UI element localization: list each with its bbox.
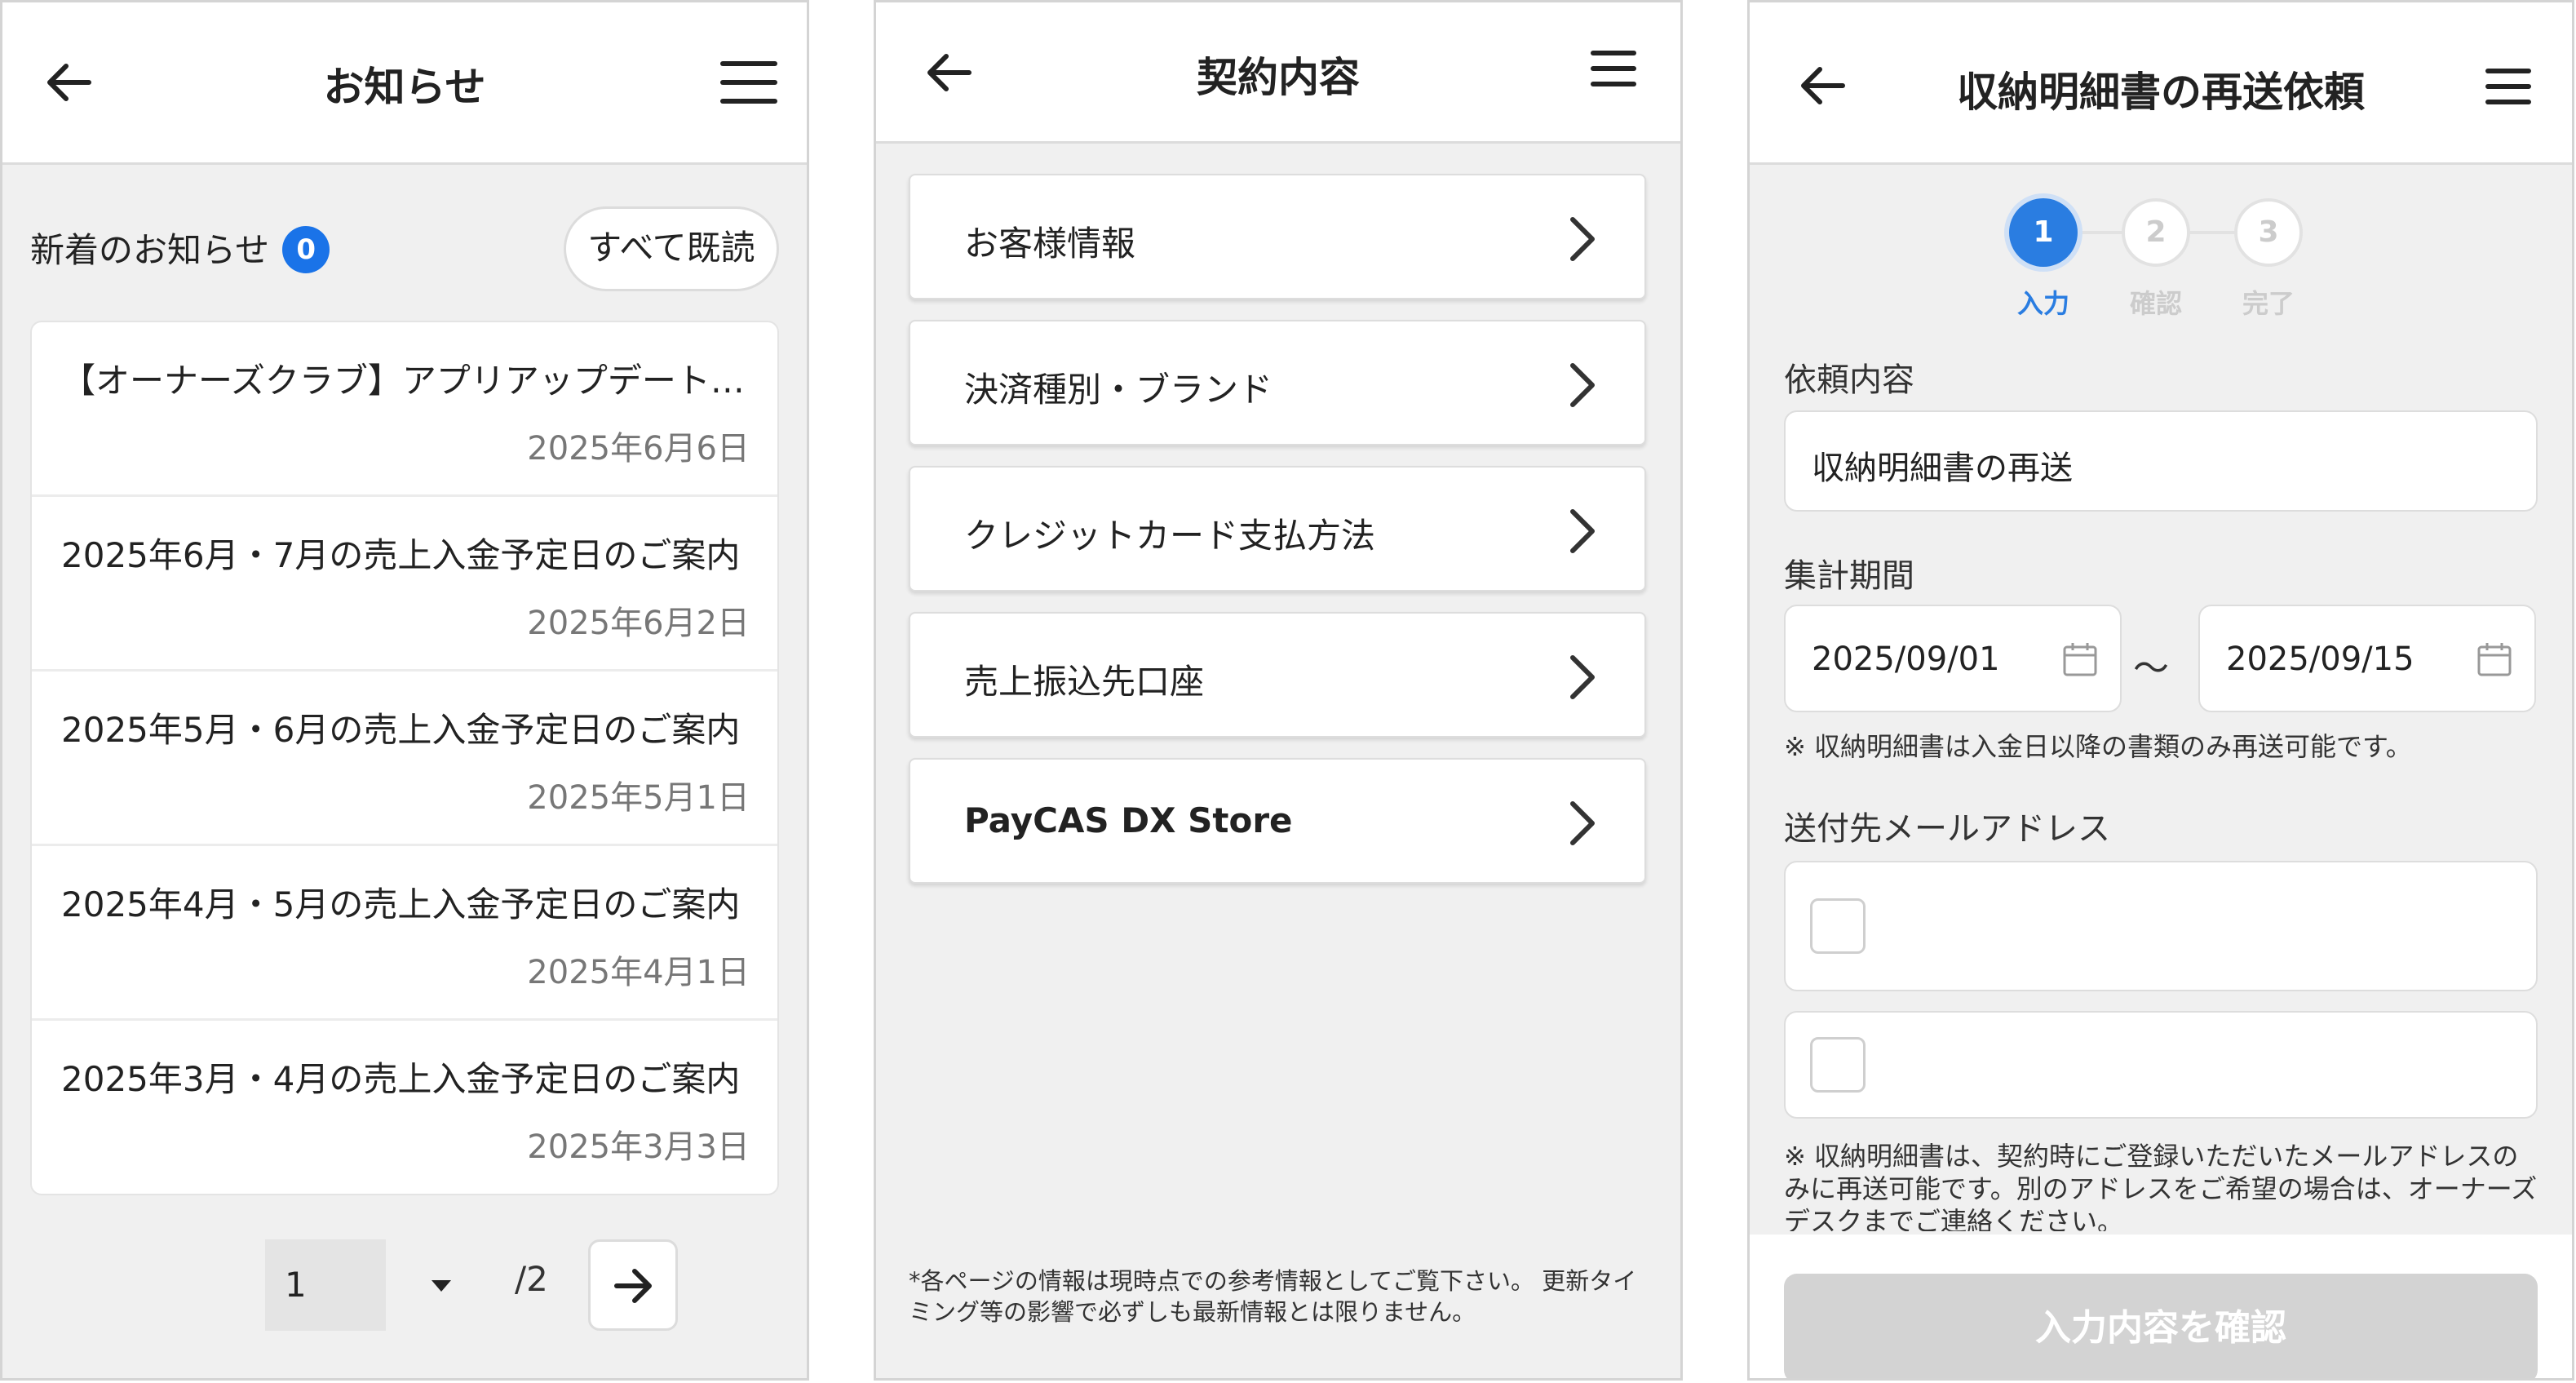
step-2-circle: 2	[2122, 198, 2190, 267]
period-end-date-field[interactable]: 2025/09/15	[2198, 605, 2536, 712]
chevron-right-icon	[1570, 217, 1595, 261]
email-option-2[interactable]	[1784, 1011, 2538, 1119]
step-connector	[2074, 231, 2123, 234]
new-notifications-heading: 新着のお知らせ 0	[30, 223, 330, 277]
header-bar: お知らせ	[2, 2, 807, 165]
menu-item-label: 決済種別・ブランド	[964, 370, 1273, 410]
step-3-label: 完了	[2242, 288, 2295, 319]
new-notifications-label: 新着のお知らせ	[30, 230, 270, 270]
confirm-input-button[interactable]: 入力内容を確認	[1784, 1274, 2538, 1378]
next-page-button[interactable]	[588, 1239, 678, 1331]
step-2-label: 確認	[2129, 288, 2182, 319]
step-1-circle: 1	[2009, 198, 2078, 267]
menu-item-label: PayCAS DX Store	[964, 800, 1293, 840]
menu-item-label: 売上振込先口座	[964, 662, 1205, 702]
period-start-date-field[interactable]: 2025/09/01	[1784, 605, 2122, 712]
statement-resend-screen: 収納明細書の再送依頼 1 2 3 入力 確認 完了 依頼内容 収納明細書の再送 …	[1747, 0, 2574, 1381]
step-3-circle: 3	[2234, 198, 2303, 267]
menu-item-customer-info[interactable]: お客様情報	[909, 174, 1646, 299]
disclaimer-note: *各ページの情報は現時点での参考情報としてご覧下さい。 更新タイミング等の影響で…	[909, 1267, 1637, 1326]
list-item[interactable]: 【オーナーズクラブ】アプリアップデート… 2025年6月6日	[32, 322, 777, 497]
period-start-date-value: 2025/09/01	[1812, 641, 2000, 678]
notification-title: 2025年4月・5月の売上入金予定日のご案内	[61, 884, 741, 924]
request-content-value: 収納明細書の再送	[1812, 450, 2073, 487]
notification-date: 2025年6月6日	[527, 430, 750, 468]
menu-item-payment-type-brand[interactable]: 決済種別・ブランド	[909, 320, 1646, 445]
period-label: 集計期間	[1784, 557, 1914, 595]
notification-date: 2025年5月1日	[527, 779, 750, 817]
request-content-field: 収納明細書の再送	[1784, 410, 2538, 512]
notification-title: 2025年3月・4月の売上入金予定日のご案内	[61, 1059, 741, 1099]
page-select[interactable]: 1	[265, 1239, 386, 1331]
notification-date: 2025年4月1日	[527, 954, 750, 991]
page-title: 収納明細書の再送依頼	[1957, 69, 2365, 116]
calendar-icon[interactable]	[2061, 641, 2099, 678]
menu-item-sales-transfer-account[interactable]: 売上振込先口座	[909, 612, 1646, 738]
email-checkbox-1[interactable]	[1810, 898, 1866, 954]
notification-title: 【オーナーズクラブ】アプリアップデート…	[61, 361, 745, 401]
chevron-right-icon	[1570, 509, 1595, 553]
list-item[interactable]: 2025年5月・6月の売上入金予定日のご案内 2025年5月1日	[32, 672, 777, 846]
request-content-label: 依頼内容	[1784, 361, 1914, 399]
chevron-right-icon	[1570, 655, 1595, 699]
email-option-1[interactable]	[1784, 861, 2538, 991]
hamburger-menu-icon[interactable]	[1591, 50, 1636, 87]
notifications-screen: お知らせ 新着のお知らせ 0 すべて既読 【オーナーズクラブ】アプリアップデート……	[0, 0, 809, 1381]
menu-item-credit-card-payment[interactable]: クレジットカード支払方法	[909, 466, 1646, 592]
header-bar: 収納明細書の再送依頼	[1750, 2, 2572, 165]
hamburger-menu-icon[interactable]	[2485, 68, 2531, 105]
notification-date: 2025年6月2日	[527, 605, 750, 642]
email-checkbox-2[interactable]	[1810, 1037, 1866, 1093]
chevron-right-icon	[1570, 363, 1595, 407]
page-title: 契約内容	[1197, 54, 1360, 101]
chevron-down-icon[interactable]	[427, 1270, 456, 1300]
notification-title: 2025年5月・6月の売上入金予定日のご案内	[61, 710, 741, 750]
mark-all-read-button[interactable]: すべて既読	[564, 206, 779, 291]
chevron-right-icon	[1570, 801, 1595, 845]
notification-date: 2025年3月3日	[527, 1128, 750, 1166]
list-item[interactable]: 2025年4月・5月の売上入金予定日のご案内 2025年4月1日	[32, 846, 777, 1021]
email-address-label: 送付先メールアドレス	[1784, 810, 2110, 848]
unread-count-badge: 0	[282, 225, 330, 273]
calendar-icon[interactable]	[2476, 641, 2513, 678]
arrow-right-icon	[614, 1269, 652, 1303]
step-1-label: 入力	[2016, 288, 2069, 319]
progress-stepper: 1 2 3 入力 確認 完了	[1750, 198, 2572, 321]
page-total: /2	[515, 1259, 548, 1299]
menu-item-label: お客様情報	[964, 224, 1136, 264]
menu-item-paycas-dx-store[interactable]: PayCAS DX Store	[909, 758, 1646, 884]
notification-list: 【オーナーズクラブ】アプリアップデート… 2025年6月6日 2025年6月・7…	[30, 321, 779, 1195]
hamburger-menu-icon[interactable]	[720, 60, 777, 105]
period-end-date-value: 2025/09/15	[2226, 641, 2414, 678]
period-separator: ～	[2133, 648, 2169, 689]
header-bar: 契約内容	[876, 2, 1680, 144]
step-connector	[2187, 231, 2236, 234]
email-note: ※ 収納明細書は、契約時にご登録いただいたメールアドレスのみに再送可能です。別の…	[1784, 1141, 2538, 1231]
page-title: お知らせ	[323, 64, 486, 111]
menu-item-label: クレジットカード支払方法	[964, 516, 1376, 556]
list-item[interactable]: 2025年6月・7月の売上入金予定日のご案内 2025年6月2日	[32, 497, 777, 672]
list-item[interactable]: 2025年3月・4月の売上入金予定日のご案内 2025年3月3日	[32, 1021, 777, 1194]
period-note: ※ 収納明細書は入金日以降の書類のみ再送可能です。	[1784, 731, 2412, 762]
notification-title: 2025年6月・7月の売上入金予定日のご案内	[61, 535, 741, 575]
contract-details-screen: 契約内容 お客様情報 決済種別・ブランド クレジットカード支払方法 売上振込先口…	[874, 0, 1683, 1381]
